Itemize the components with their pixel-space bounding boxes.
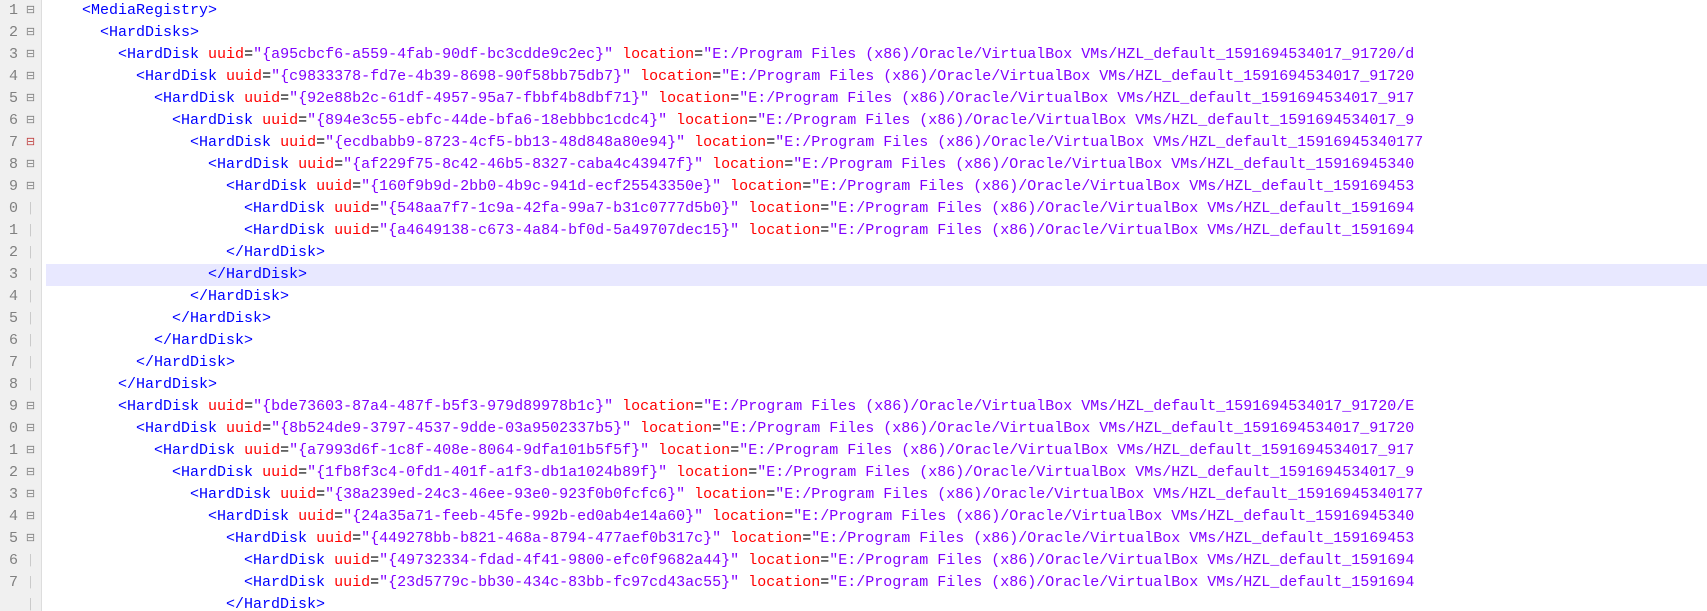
- code-line[interactable]: <HardDisk uuid="{a95cbcf6-a559-4fab-90df…: [46, 44, 1707, 66]
- fold-marker[interactable]: [20, 220, 41, 242]
- line-number: 6: [0, 550, 18, 572]
- line-number: 6: [0, 330, 18, 352]
- fold-marker[interactable]: [20, 176, 41, 198]
- code-line[interactable]: <HardDisk uuid="{49732334-fdad-4f41-9800…: [46, 550, 1707, 572]
- line-number: 6: [0, 110, 18, 132]
- code-line[interactable]: <HardDisk uuid="{160f9b9d-2bb0-4b9c-941d…: [46, 176, 1707, 198]
- code-line[interactable]: </HardDisk>: [46, 374, 1707, 396]
- text-editor: 123456789012345678901234567 <MediaRegist…: [0, 0, 1707, 611]
- line-number: 2: [0, 22, 18, 44]
- code-line[interactable]: <HardDisk uuid="{1fb8f3c4-0fd1-401f-a1f3…: [46, 462, 1707, 484]
- code-line[interactable]: <HardDisk uuid="{38a239ed-24c3-46ee-93e0…: [46, 484, 1707, 506]
- code-area[interactable]: <MediaRegistry> <HardDisks> <HardDisk uu…: [42, 0, 1707, 611]
- fold-marker[interactable]: [20, 242, 41, 264]
- fold-marker[interactable]: [20, 374, 41, 396]
- fold-marker[interactable]: [20, 352, 41, 374]
- fold-marker[interactable]: [20, 44, 41, 66]
- code-line[interactable]: <HardDisk uuid="{548aa7f7-1c9a-42fa-99a7…: [46, 198, 1707, 220]
- fold-marker[interactable]: [20, 528, 41, 550]
- fold-marker[interactable]: [20, 308, 41, 330]
- line-number: 5: [0, 308, 18, 330]
- line-number: 7: [0, 352, 18, 374]
- line-number: 3: [0, 264, 18, 286]
- line-number: 4: [0, 506, 18, 528]
- fold-marker[interactable]: [20, 506, 41, 528]
- fold-marker[interactable]: [20, 66, 41, 88]
- fold-marker[interactable]: [20, 550, 41, 572]
- line-number: 4: [0, 66, 18, 88]
- code-line[interactable]: <HardDisk uuid="{24a35a71-feeb-45fe-992b…: [46, 506, 1707, 528]
- fold-marker[interactable]: [20, 88, 41, 110]
- fold-marker[interactable]: [20, 264, 41, 286]
- line-number: 9: [0, 396, 18, 418]
- code-line[interactable]: </HardDisk>: [46, 264, 1707, 286]
- line-number: 4: [0, 286, 18, 308]
- line-number: 1: [0, 0, 18, 22]
- code-line[interactable]: <HardDisk uuid="{c9833378-fd7e-4b39-8698…: [46, 66, 1707, 88]
- code-line[interactable]: </HardDisk>: [46, 286, 1707, 308]
- code-line[interactable]: </HardDisk>: [46, 352, 1707, 374]
- fold-marker[interactable]: [20, 396, 41, 418]
- fold-marker[interactable]: [20, 154, 41, 176]
- code-line[interactable]: <MediaRegistry>: [46, 0, 1707, 22]
- fold-marker[interactable]: [20, 132, 41, 154]
- line-number: 5: [0, 528, 18, 550]
- line-number: 7: [0, 572, 18, 594]
- fold-marker[interactable]: [20, 418, 41, 440]
- fold-marker[interactable]: [20, 0, 41, 22]
- code-line[interactable]: </HardDisk>: [46, 330, 1707, 352]
- code-line[interactable]: </HardDisk>: [46, 308, 1707, 330]
- fold-marker[interactable]: [20, 330, 41, 352]
- line-number-gutter: 123456789012345678901234567: [0, 0, 20, 611]
- line-number: 7: [0, 132, 18, 154]
- code-line[interactable]: <HardDisk uuid="{a7993d6f-1c8f-408e-8064…: [46, 440, 1707, 462]
- code-line[interactable]: </HardDisk>: [46, 594, 1707, 611]
- fold-marker[interactable]: [20, 572, 41, 594]
- line-number: 1: [0, 440, 18, 462]
- line-number: 1: [0, 220, 18, 242]
- code-line[interactable]: <HardDisk uuid="{a4649138-c673-4a84-bf0d…: [46, 220, 1707, 242]
- code-line[interactable]: <HardDisk uuid="{8b524de9-3797-4537-9dde…: [46, 418, 1707, 440]
- line-number: 3: [0, 44, 18, 66]
- fold-marker[interactable]: [20, 594, 41, 611]
- code-line[interactable]: <HardDisk uuid="{bde73603-87a4-487f-b5f3…: [46, 396, 1707, 418]
- line-number: 8: [0, 154, 18, 176]
- line-number: 5: [0, 88, 18, 110]
- fold-marker[interactable]: [20, 22, 41, 44]
- fold-marker[interactable]: [20, 440, 41, 462]
- line-number: 2: [0, 242, 18, 264]
- line-number: 9: [0, 176, 18, 198]
- code-line[interactable]: <HardDisk uuid="{894e3c55-ebfc-44de-bfa6…: [46, 110, 1707, 132]
- code-line[interactable]: <HardDisk uuid="{92e88b2c-61df-4957-95a7…: [46, 88, 1707, 110]
- line-number: 0: [0, 198, 18, 220]
- fold-marker[interactable]: [20, 110, 41, 132]
- fold-marker[interactable]: [20, 484, 41, 506]
- code-line[interactable]: <HardDisks>: [46, 22, 1707, 44]
- code-line[interactable]: <HardDisk uuid="{449278bb-b821-468a-8794…: [46, 528, 1707, 550]
- line-number: 8: [0, 374, 18, 396]
- line-number: 3: [0, 484, 18, 506]
- code-line[interactable]: <HardDisk uuid="{af229f75-8c42-46b5-8327…: [46, 154, 1707, 176]
- code-line[interactable]: </HardDisk>: [46, 242, 1707, 264]
- fold-marker[interactable]: [20, 286, 41, 308]
- line-number: 0: [0, 418, 18, 440]
- fold-gutter[interactable]: [20, 0, 42, 611]
- fold-marker[interactable]: [20, 198, 41, 220]
- code-line[interactable]: <HardDisk uuid="{ecdbabb9-8723-4cf5-bb13…: [46, 132, 1707, 154]
- line-number: 2: [0, 462, 18, 484]
- code-line[interactable]: <HardDisk uuid="{23d5779c-bb30-434c-83bb…: [46, 572, 1707, 594]
- fold-marker[interactable]: [20, 462, 41, 484]
